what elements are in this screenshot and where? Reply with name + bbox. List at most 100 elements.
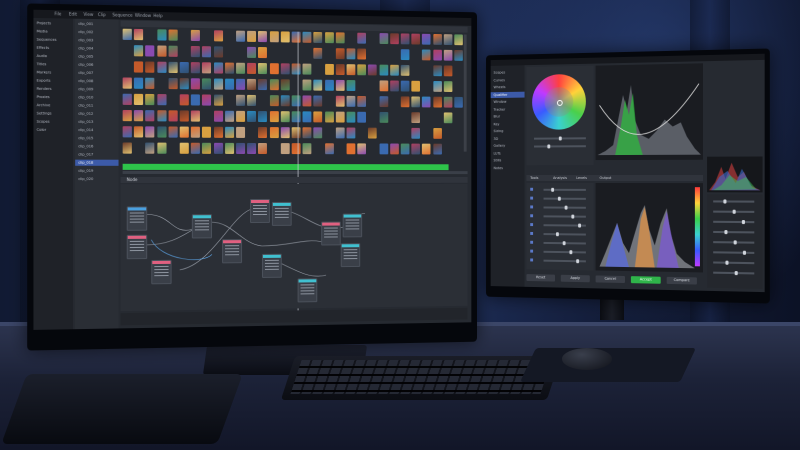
media-thumbnail[interactable]: [236, 30, 246, 42]
media-thumbnail[interactable]: [379, 33, 388, 45]
media-thumbnail[interactable]: [324, 32, 334, 44]
adjust-slider[interactable]: [543, 259, 586, 264]
media-thumbnail[interactable]: [313, 79, 323, 91]
media-thumbnail[interactable]: [302, 143, 312, 155]
right-sidebar-item[interactable]: Scopes: [491, 69, 525, 76]
media-thumbnail[interactable]: [191, 126, 201, 138]
media-thumbnail[interactable]: [179, 78, 189, 90]
media-thumbnail[interactable]: [236, 142, 246, 154]
media-thumbnail[interactable]: [346, 80, 356, 91]
media-thumbnail[interactable]: [179, 126, 189, 138]
bin-item[interactable]: clip_017: [75, 151, 118, 157]
media-thumbnail[interactable]: [236, 110, 246, 122]
media-thumbnail[interactable]: [357, 111, 367, 123]
right-slider-knob[interactable]: [734, 271, 738, 276]
media-thumbnail[interactable]: [302, 31, 312, 43]
bin-item[interactable]: clip_015: [75, 135, 118, 141]
color-gradient-bar[interactable]: [694, 187, 700, 267]
right-slider-knob[interactable]: [741, 219, 745, 225]
media-thumbnail[interactable]: [335, 64, 345, 76]
media-thumbnail[interactable]: [247, 78, 257, 90]
media-thumbnail[interactable]: [213, 62, 223, 74]
graph-node[interactable]: [321, 221, 341, 246]
media-thumbnail[interactable]: [134, 77, 144, 89]
media-thumbnail[interactable]: [357, 32, 367, 44]
sidebar-item[interactable]: Media: [33, 28, 73, 35]
media-thumbnail[interactable]: [432, 49, 442, 61]
graph-node[interactable]: [340, 243, 361, 268]
media-thumbnail[interactable]: [313, 31, 323, 44]
media-thumbnail[interactable]: [269, 95, 279, 107]
media-thumbnail[interactable]: [179, 94, 189, 106]
media-thumbnail[interactable]: [346, 143, 356, 155]
media-thumbnail[interactable]: [191, 94, 201, 106]
media-thumbnail[interactable]: [422, 49, 431, 61]
media-thumbnail[interactable]: [280, 95, 290, 107]
media-thumbnail[interactable]: [443, 96, 453, 108]
media-thumbnail[interactable]: [145, 45, 155, 57]
media-thumbnail[interactable]: [335, 48, 345, 60]
media-thumbnail[interactable]: [302, 111, 312, 123]
menu-edit[interactable]: Edit: [69, 11, 77, 16]
bin-item[interactable]: clip_014: [75, 127, 118, 133]
media-thumbnail[interactable]: [454, 49, 463, 61]
media-thumbnail[interactable]: [400, 96, 410, 108]
sidebar-item[interactable]: Sequences: [33, 36, 73, 43]
media-thumbnail[interactable]: [443, 34, 453, 46]
media-thumbnail[interactable]: [224, 62, 234, 74]
sidebar-item[interactable]: Renders: [33, 86, 73, 93]
media-thumbnail[interactable]: [368, 127, 378, 139]
accept-button[interactable]: Accept: [630, 276, 661, 284]
media-thumbnail[interactable]: [224, 142, 234, 154]
media-thumbnail[interactable]: [258, 63, 268, 75]
media-thumbnail[interactable]: [432, 128, 442, 139]
media-thumbnail[interactable]: [134, 28, 144, 41]
media-thumbnail[interactable]: [379, 80, 388, 92]
media-thumbnail[interactable]: [313, 47, 323, 59]
media-thumbnail[interactable]: [145, 110, 155, 122]
bin-item[interactable]: clip_013: [75, 119, 118, 125]
media-thumbnail[interactable]: [411, 33, 421, 45]
media-thumbnail[interactable]: [269, 111, 279, 123]
tab-tools[interactable]: Tools: [530, 175, 538, 181]
graph-node[interactable]: [222, 239, 243, 264]
graph-node[interactable]: [126, 234, 148, 260]
media-thumbnail[interactable]: [324, 143, 334, 155]
sidebar-item[interactable]: Proxies: [33, 94, 73, 101]
wheel-slider-2[interactable]: [534, 144, 586, 149]
media-thumbnail[interactable]: [224, 110, 234, 122]
right-sidebar-item[interactable]: LUTs: [491, 150, 525, 156]
media-thumbnail[interactable]: [291, 143, 301, 155]
adjust-checkbox[interactable]: [530, 205, 534, 209]
media-thumbnail[interactable]: [411, 127, 421, 139]
media-thumbnail[interactable]: [454, 96, 463, 108]
right-sidebar-item[interactable]: Wheels: [491, 84, 525, 90]
bin-item[interactable]: clip_009: [75, 86, 118, 93]
media-thumbnail[interactable]: [357, 64, 367, 76]
media-thumbnail[interactable]: [122, 126, 132, 138]
graph-node[interactable]: [126, 206, 148, 231]
adjust-slider-knob[interactable]: [564, 205, 568, 210]
right-slider-knob[interactable]: [742, 250, 747, 255]
media-thumbnail[interactable]: [291, 31, 301, 43]
media-thumbnail[interactable]: [346, 64, 356, 76]
menu-help[interactable]: Help: [153, 13, 162, 18]
media-thumbnail[interactable]: [191, 45, 201, 58]
right-slider[interactable]: [713, 230, 755, 235]
adjust-checkbox[interactable]: [530, 240, 534, 244]
wheel-indicator[interactable]: [556, 99, 563, 106]
right-sidebar-item[interactable]: Notes: [491, 165, 525, 171]
graph-node[interactable]: [191, 214, 213, 239]
media-thumbnail[interactable]: [156, 142, 167, 154]
adjust-checkbox[interactable]: [530, 231, 534, 235]
media-thumbnail[interactable]: [224, 78, 234, 90]
media-thumbnail[interactable]: [335, 127, 345, 139]
media-thumbnail[interactable]: [191, 78, 201, 90]
right-slider-knob[interactable]: [725, 260, 729, 265]
adjust-slider[interactable]: [543, 196, 586, 201]
media-thumbnail[interactable]: [454, 34, 463, 46]
media-thumbnail[interactable]: [202, 62, 212, 74]
media-thumbnail[interactable]: [202, 142, 212, 154]
media-thumbnail[interactable]: [379, 111, 388, 123]
media-thumbnail[interactable]: [191, 110, 201, 122]
